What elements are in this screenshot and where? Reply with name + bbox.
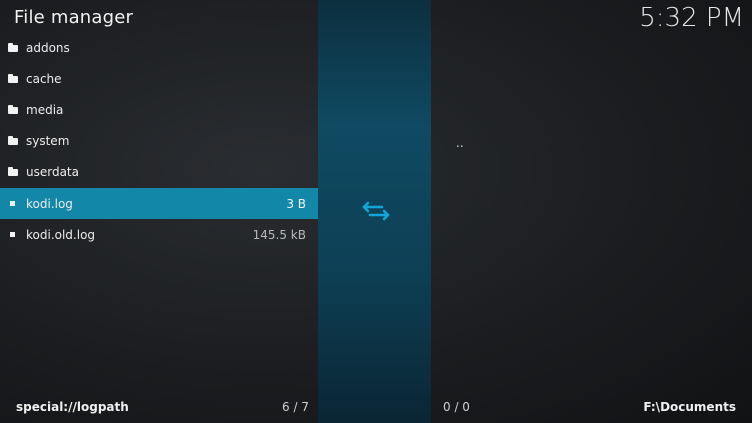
right-file-list: .. bbox=[431, 32, 752, 392]
list-item[interactable]: addons bbox=[0, 32, 318, 63]
list-item[interactable]: media bbox=[0, 94, 318, 125]
item-size: 3 B bbox=[286, 196, 306, 211]
item-size: 145.5 kB bbox=[252, 227, 306, 242]
clock: 5:32 PM bbox=[639, 3, 744, 33]
item-name: kodi.log bbox=[26, 196, 73, 211]
file-manager-window: File manager 5:32 PM addons cache media bbox=[0, 0, 752, 423]
parent-directory-item[interactable]: .. bbox=[456, 136, 464, 150]
list-item[interactable]: cache bbox=[0, 63, 318, 94]
folder-icon bbox=[7, 74, 18, 84]
item-name: addons bbox=[26, 40, 70, 55]
folder-icon bbox=[7, 167, 18, 177]
left-file-list: addons cache media system userdata kodi.… bbox=[0, 32, 318, 392]
left-pane-count: 6 / 7 bbox=[282, 400, 309, 414]
file-icon bbox=[7, 230, 18, 240]
list-item[interactable]: system bbox=[0, 125, 318, 156]
item-name: media bbox=[26, 102, 64, 117]
list-item[interactable]: userdata bbox=[0, 156, 318, 187]
page-title: File manager bbox=[14, 7, 134, 28]
right-pane-count: 0 / 0 bbox=[443, 400, 470, 414]
file-icon bbox=[7, 199, 18, 209]
right-pane-path: F:\Documents bbox=[643, 400, 736, 414]
list-item[interactable]: kodi.old.log 145.5 kB bbox=[0, 219, 318, 250]
folder-icon bbox=[7, 43, 18, 53]
item-name: kodi.old.log bbox=[26, 227, 96, 242]
list-item-selected[interactable]: kodi.log 3 B bbox=[0, 188, 318, 219]
folder-icon bbox=[7, 136, 18, 146]
folder-icon bbox=[7, 105, 18, 115]
swap-arrows-icon[interactable] bbox=[362, 200, 390, 222]
item-name: cache bbox=[26, 71, 62, 86]
item-name: userdata bbox=[26, 164, 79, 179]
left-pane-path: special://logpath bbox=[16, 400, 129, 414]
item-name: system bbox=[26, 133, 70, 148]
